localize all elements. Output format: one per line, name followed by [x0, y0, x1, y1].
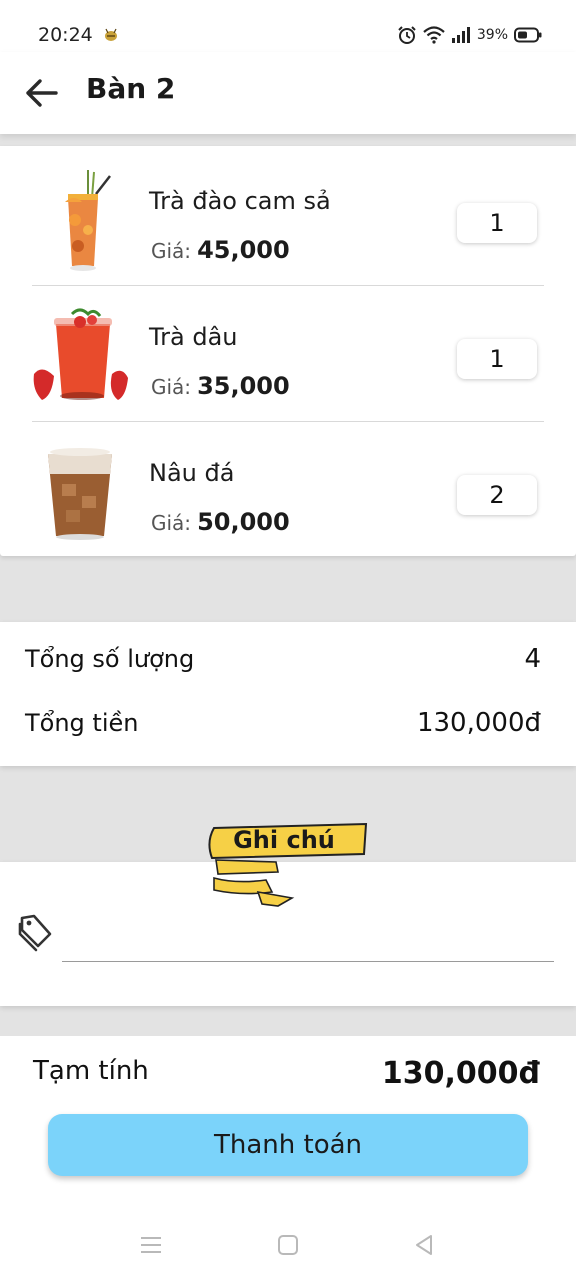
notification-bee-icon: [105, 28, 117, 41]
iced-milk-coffee-drink-image: [48, 448, 112, 540]
pay-button[interactable]: Thanh toán: [48, 1114, 528, 1176]
battery-percent: 39%: [476, 27, 508, 43]
price-label: Giá:: [151, 239, 192, 263]
home-icon[interactable]: [275, 1232, 301, 1258]
price-label: Giá:: [151, 511, 192, 535]
list-item[interactable]: Trà dâu Giá: 35,000 1: [32, 286, 544, 422]
page-title: Bàn 2: [86, 72, 176, 105]
totals-card: Tổng số lượng 4 Tổng tiền 130,000đ: [0, 622, 576, 766]
app-bar: Bàn 2: [0, 52, 576, 134]
system-nav-bar: [0, 1200, 576, 1280]
back-arrow-icon: [26, 79, 58, 107]
list-item[interactable]: Trà đào cam sả Giá: 45,000 1: [32, 150, 544, 286]
item-price: 45,000: [197, 236, 290, 264]
total-quantity-value: 4: [524, 644, 541, 674]
item-price: 50,000: [197, 508, 290, 536]
list-item[interactable]: Nâu đá Giá: 50,000 2: [32, 422, 544, 558]
tag-icon: [18, 914, 52, 952]
status-time: 20:24: [38, 24, 93, 46]
strawberry-tea-drink-image: [33, 308, 128, 400]
item-price-row: Giá: 35,000: [151, 372, 290, 400]
quantity-field[interactable]: 1: [457, 203, 537, 243]
item-price-row: Giá: 50,000: [151, 508, 290, 536]
total-amount-value: 130,000đ: [416, 708, 541, 738]
note-ribbon-label: Ghi chú: [233, 826, 335, 854]
total-quantity-row: Tổng số lượng 4: [25, 644, 541, 674]
status-icons: 39%: [397, 24, 542, 46]
item-price-row: Giá: 45,000: [151, 236, 290, 264]
total-amount-label: Tổng tiền: [25, 709, 139, 737]
item-price: 35,000: [197, 372, 290, 400]
alarm-icon: [398, 26, 416, 44]
order-list: Trà đào cam sả Giá: 45,000 1 Trà dâu Giá…: [0, 146, 576, 556]
total-amount-row: Tổng tiền 130,000đ: [25, 708, 541, 738]
menu-icon[interactable]: [138, 1232, 164, 1258]
total-quantity-label: Tổng số lượng: [25, 645, 195, 673]
price-label: Giá:: [151, 375, 192, 399]
subtotal-value: 130,000đ: [381, 1056, 540, 1091]
battery-icon: [514, 27, 542, 43]
back-triangle-icon[interactable]: [411, 1232, 437, 1258]
note-input[interactable]: [62, 918, 554, 962]
back-button[interactable]: [22, 74, 60, 112]
item-name: Trà dâu: [149, 323, 238, 351]
quantity-field[interactable]: 2: [457, 475, 537, 515]
peach-tea-drink-image: [65, 170, 111, 271]
wifi-icon: [423, 26, 445, 44]
signal-icon: [451, 27, 470, 43]
item-name: Trà đào cam sả: [149, 187, 331, 215]
item-name: Nâu đá: [149, 459, 235, 487]
quantity-field[interactable]: 1: [457, 339, 537, 379]
subtotal-label: Tạm tính: [33, 1056, 149, 1086]
